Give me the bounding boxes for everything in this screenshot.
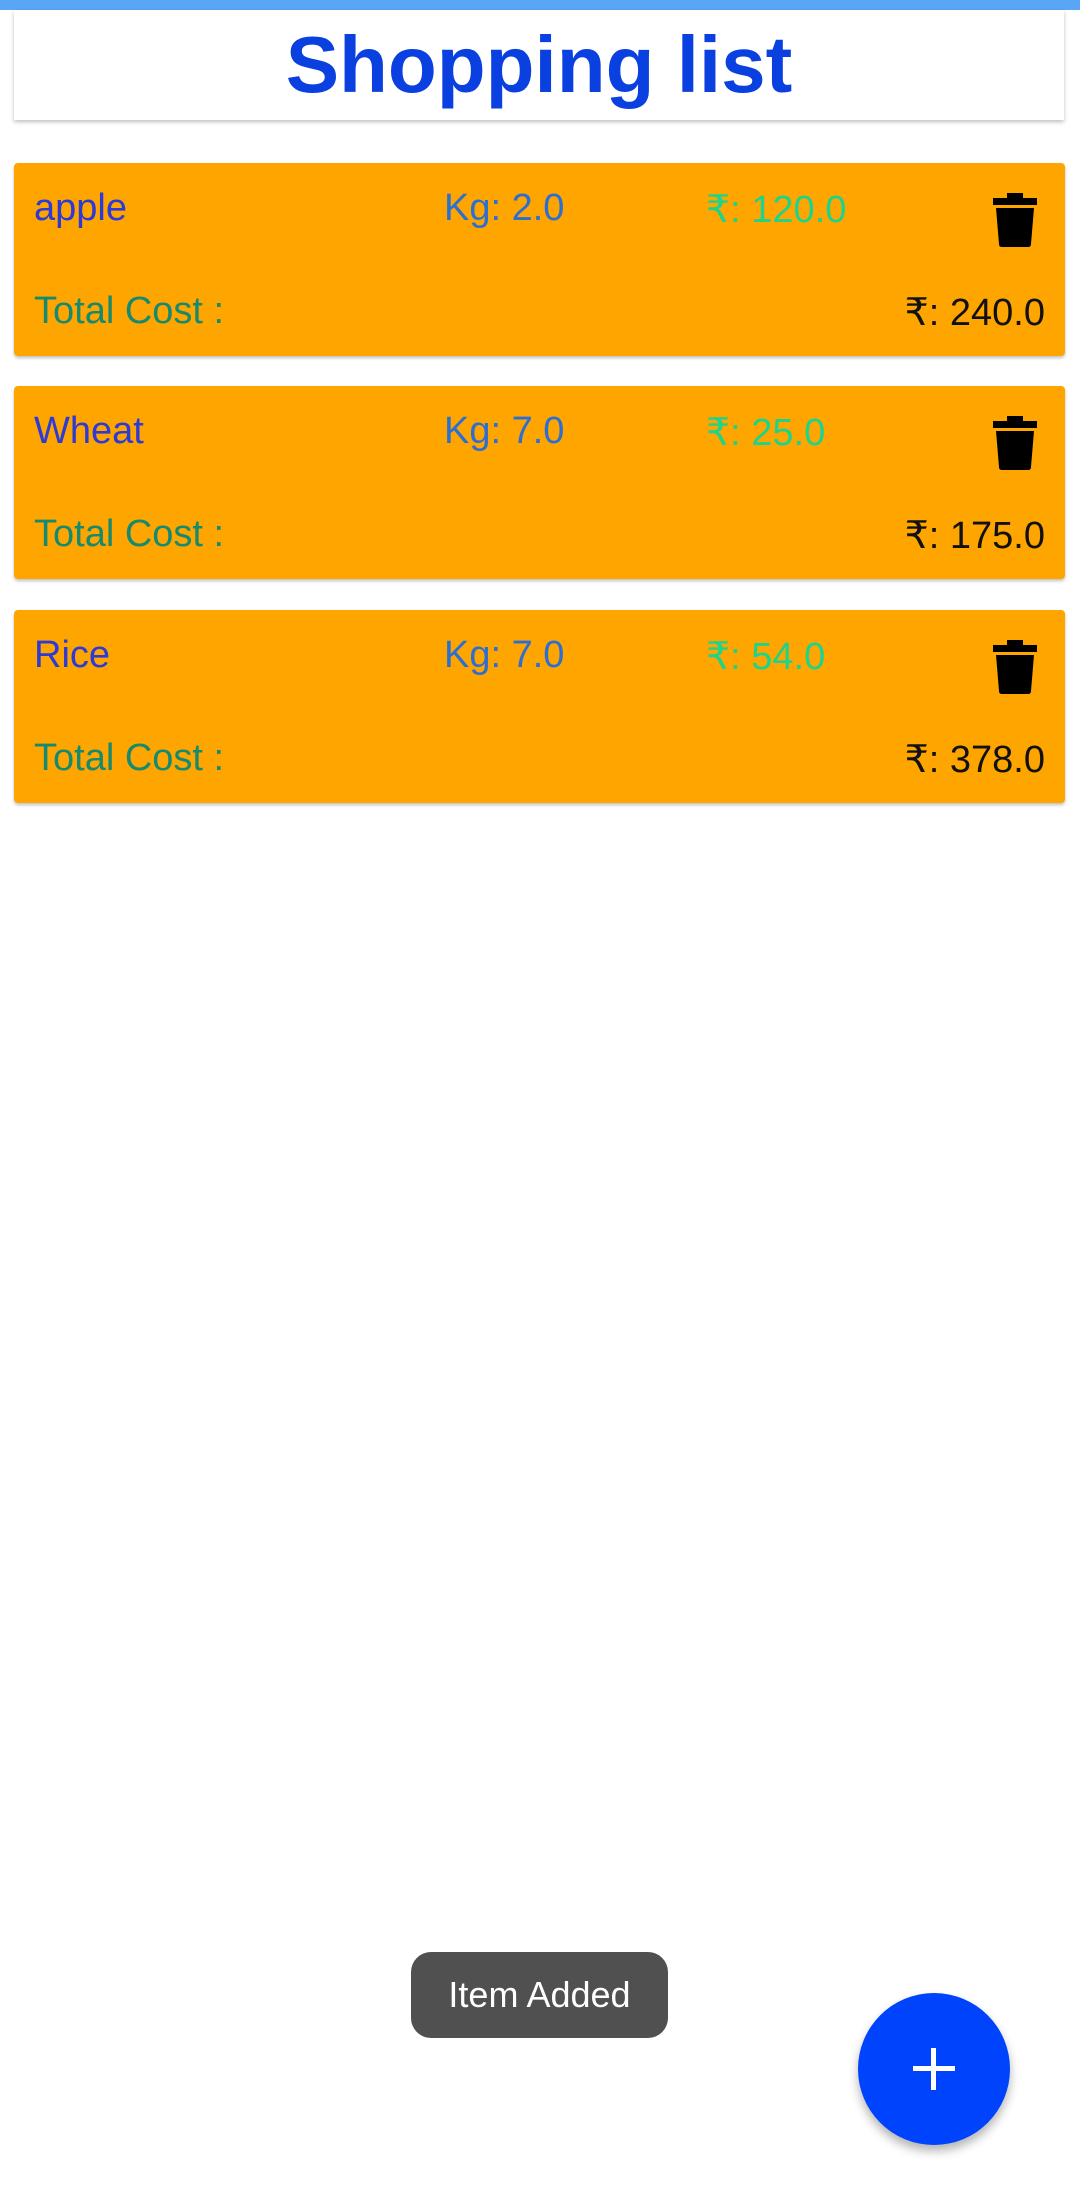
toast-message: Item Added: [411, 1952, 668, 2038]
total-cost-value: ₹: 240.0: [904, 292, 1045, 334]
total-cost-label: Total Cost :: [34, 290, 225, 332]
list-item[interactable]: Wheat Kg: 7.0 ₹: 25.0 Total Cost : ₹: 17…: [14, 386, 1065, 579]
item-price: ₹: 25.0: [706, 412, 826, 454]
item-quantity: Kg: 7.0: [444, 410, 565, 452]
item-name: apple: [34, 187, 127, 229]
trash-icon: [993, 193, 1037, 247]
item-quantity: Kg: 2.0: [444, 187, 565, 229]
list-item[interactable]: Rice Kg: 7.0 ₹: 54.0 Total Cost : ₹: 378…: [14, 610, 1065, 803]
item-name: Wheat: [34, 410, 144, 452]
trash-icon: [993, 416, 1037, 470]
list-item[interactable]: apple Kg: 2.0 ₹: 120.0 Total Cost : ₹: 2…: [14, 163, 1065, 356]
delete-button[interactable]: [980, 185, 1050, 255]
delete-button[interactable]: [980, 408, 1050, 478]
item-price: ₹: 120.0: [706, 189, 847, 231]
delete-button[interactable]: [980, 632, 1050, 702]
add-item-button[interactable]: [858, 1993, 1010, 2145]
item-name: Rice: [34, 634, 111, 676]
total-cost-value: ₹: 175.0: [904, 515, 1045, 557]
item-quantity: Kg: 7.0: [444, 634, 565, 676]
plus-icon: [913, 2048, 955, 2090]
item-price: ₹: 54.0: [706, 636, 826, 678]
header-card: Shopping list: [14, 10, 1064, 120]
total-cost-label: Total Cost :: [34, 737, 225, 779]
status-strip: [0, 0, 1080, 10]
trash-icon: [993, 640, 1037, 694]
total-cost-label: Total Cost :: [34, 513, 225, 555]
page-title: Shopping list: [285, 20, 793, 109]
total-cost-value: ₹: 378.0: [904, 739, 1045, 781]
